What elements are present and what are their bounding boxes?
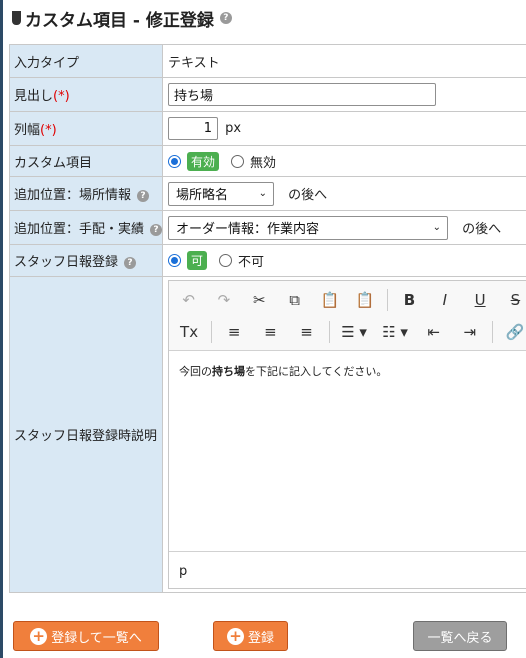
row-input-type: 入力タイプ テキスト — [9, 44, 526, 78]
back-to-list-label: 一覧へ戻る — [427, 630, 493, 646]
chevron-down-icon: ⌄ — [258, 188, 267, 199]
cut-icon[interactable]: ✂ — [246, 287, 273, 313]
heading-label: 見出し(*) — [9, 77, 163, 112]
required-mark: (*) — [53, 89, 70, 104]
input-type-value: テキスト — [162, 44, 526, 78]
toolbar-row-1: ↶ ↷ ✂ ⧉ 📋 📋 B I U S — [175, 284, 526, 316]
indent-icon[interactable]: ⇥ — [456, 319, 484, 345]
back-to-list-button[interactable]: 一覧へ戻る — [413, 621, 507, 651]
save-button[interactable]: + 登録 — [213, 621, 288, 651]
help-icon[interactable]: ? — [150, 223, 163, 236]
position-arrangement-cell: オーダー情報：作業内容 ⌄ の後へ — [162, 210, 526, 245]
bookmark-icon — [12, 11, 21, 25]
italic-icon[interactable]: I — [431, 287, 458, 313]
toolbar-separator — [386, 289, 388, 311]
custom-item-radio-disabled[interactable] — [231, 154, 245, 168]
plus-circle-icon: + — [30, 627, 48, 645]
editor-content[interactable]: 今回の持ち場を下記に記入してください。 — [169, 351, 526, 551]
strikethrough-icon[interactable]: S — [502, 287, 526, 313]
position-place-select[interactable]: 場所略名 ⌄ — [168, 181, 274, 206]
plus-circle-icon: + — [226, 627, 244, 645]
position-place-cell: 場所略名 ⌄ の後へ — [162, 176, 526, 211]
row-column-width: 列幅(*) px — [9, 111, 526, 146]
input-type-label: 入力タイプ — [9, 44, 163, 78]
staff-report-radio-allowed[interactable] — [168, 254, 181, 267]
help-icon[interactable]: ? — [137, 189, 150, 202]
paste-text-icon[interactable]: 📋 — [352, 287, 379, 313]
numbered-list-icon[interactable]: ☷ ▾ — [379, 319, 412, 345]
position-place-label: 追加位置：場所情報? — [9, 176, 163, 211]
bold-icon[interactable]: B — [396, 287, 423, 313]
editor-toolbar: ↶ ↷ ✂ ⧉ 📋 📋 B I U S Tx ≡ ≡ ≡ ☰ ▾ ☷ ▾ ⇤ ⇥ 🔗 — [169, 281, 526, 351]
rich-text-editor: ↶ ↷ ✂ ⧉ 📋 📋 B I U S Tx ≡ ≡ ≡ ☰ ▾ ☷ ▾ ⇤ ⇥ 🔗 今回の持ち場を下記に記入して… — [168, 280, 526, 589]
row-staff-report-desc: スタッフ日報登録時説明 ↶ ↷ ✂ ⧉ 📋 📋 B I U S Tx ≡ ≡ ≡ ☰ ▾ ☷ ▾ ⇤ ⇥ 🔗 今回… — [9, 276, 526, 593]
left-edge-strip — [0, 0, 3, 658]
chevron-down-icon: ⌄ — [432, 222, 441, 233]
toolbar-separator — [491, 321, 493, 343]
page-title: カスタム項目 - 修正登録 — [25, 10, 214, 31]
outdent-icon[interactable]: ⇤ — [420, 319, 448, 345]
redo-icon[interactable]: ↷ — [210, 287, 237, 313]
staff-report-cell: 可 不可 — [162, 244, 526, 277]
staff-report-radio-not-allowed[interactable] — [219, 254, 233, 267]
custom-item-radio-enabled[interactable] — [168, 154, 181, 168]
column-width-cell: px — [162, 111, 526, 146]
staff-report-label: スタッフ日報登録? — [9, 244, 163, 277]
staff-report-desc-label: スタッフ日報登録時説明 — [9, 276, 163, 593]
heading-input[interactable] — [168, 83, 436, 106]
align-right-icon[interactable]: ≡ — [292, 319, 320, 345]
row-staff-report: スタッフ日報登録? 可 不可 — [9, 244, 526, 277]
position-place-suffix: の後へ — [288, 188, 328, 203]
copy-icon[interactable]: ⧉ — [281, 287, 308, 313]
column-width-label: 列幅(*) — [9, 111, 163, 146]
custom-item-form: 入力タイプ テキスト 見出し(*) 列幅(*) px カスタム項目 有効 無効 … — [9, 44, 526, 593]
save-label: 登録 — [247, 630, 274, 646]
enabled-option-label: 有効 — [187, 151, 220, 171]
allowed-option-label: 可 — [187, 251, 208, 270]
row-position-arrangement: 追加位置：手配・実績? オーダー情報：作業内容 ⌄ の後へ — [9, 210, 526, 245]
align-center-icon[interactable]: ≡ — [256, 319, 284, 345]
row-heading: 見出し(*) — [9, 77, 526, 112]
remove-format-icon[interactable]: Tx — [175, 319, 203, 345]
required-mark: (*) — [40, 123, 57, 138]
toolbar-separator — [211, 321, 213, 343]
bulleted-list-icon[interactable]: ☰ ▾ — [338, 319, 371, 345]
custom-item-cell: 有効 無効 — [162, 145, 526, 177]
help-icon[interactable]: ? — [124, 256, 137, 269]
row-custom-item: カスタム項目 有効 無効 — [9, 145, 526, 177]
position-arrangement-label: 追加位置：手配・実績? — [9, 210, 163, 245]
unit-label: px — [225, 121, 242, 136]
paste-icon[interactable]: 📋 — [316, 287, 343, 313]
element-path-bar: p — [169, 551, 526, 588]
link-icon[interactable]: 🔗 — [501, 319, 526, 345]
toolbar-row-2: Tx ≡ ≡ ≡ ☰ ▾ ☷ ▾ ⇤ ⇥ 🔗 — [175, 316, 526, 348]
element-path[interactable]: p — [179, 564, 187, 579]
align-left-icon[interactable]: ≡ — [220, 319, 248, 345]
toolbar-separator — [328, 321, 330, 343]
bold-text: 持ち場 — [212, 365, 245, 378]
save-and-list-label: 登録して一覧へ — [51, 630, 142, 646]
undo-icon[interactable]: ↶ — [175, 287, 202, 313]
column-width-input[interactable] — [168, 117, 218, 140]
staff-report-desc-cell: ↶ ↷ ✂ ⧉ 📋 📋 B I U S Tx ≡ ≡ ≡ ☰ ▾ ☷ ▾ ⇤ ⇥ 🔗 今回の持ち場を下記に記入して… — [162, 276, 526, 593]
row-position-place: 追加位置：場所情報? 場所略名 ⌄ の後へ — [9, 176, 526, 211]
save-and-list-button[interactable]: + 登録して一覧へ — [13, 621, 159, 651]
not-allowed-option-label: 不可 — [238, 255, 265, 270]
underline-icon[interactable]: U — [466, 287, 493, 313]
position-arrangement-select[interactable]: オーダー情報：作業内容 ⌄ — [168, 215, 448, 240]
position-arrangement-suffix: の後へ — [462, 222, 502, 237]
page-header: カスタム項目 - 修正登録 ? — [12, 4, 232, 32]
custom-item-label: カスタム項目 — [9, 145, 163, 177]
heading-cell — [162, 77, 526, 112]
help-icon[interactable]: ? — [219, 12, 232, 24]
disabled-option-label: 無効 — [250, 155, 277, 171]
